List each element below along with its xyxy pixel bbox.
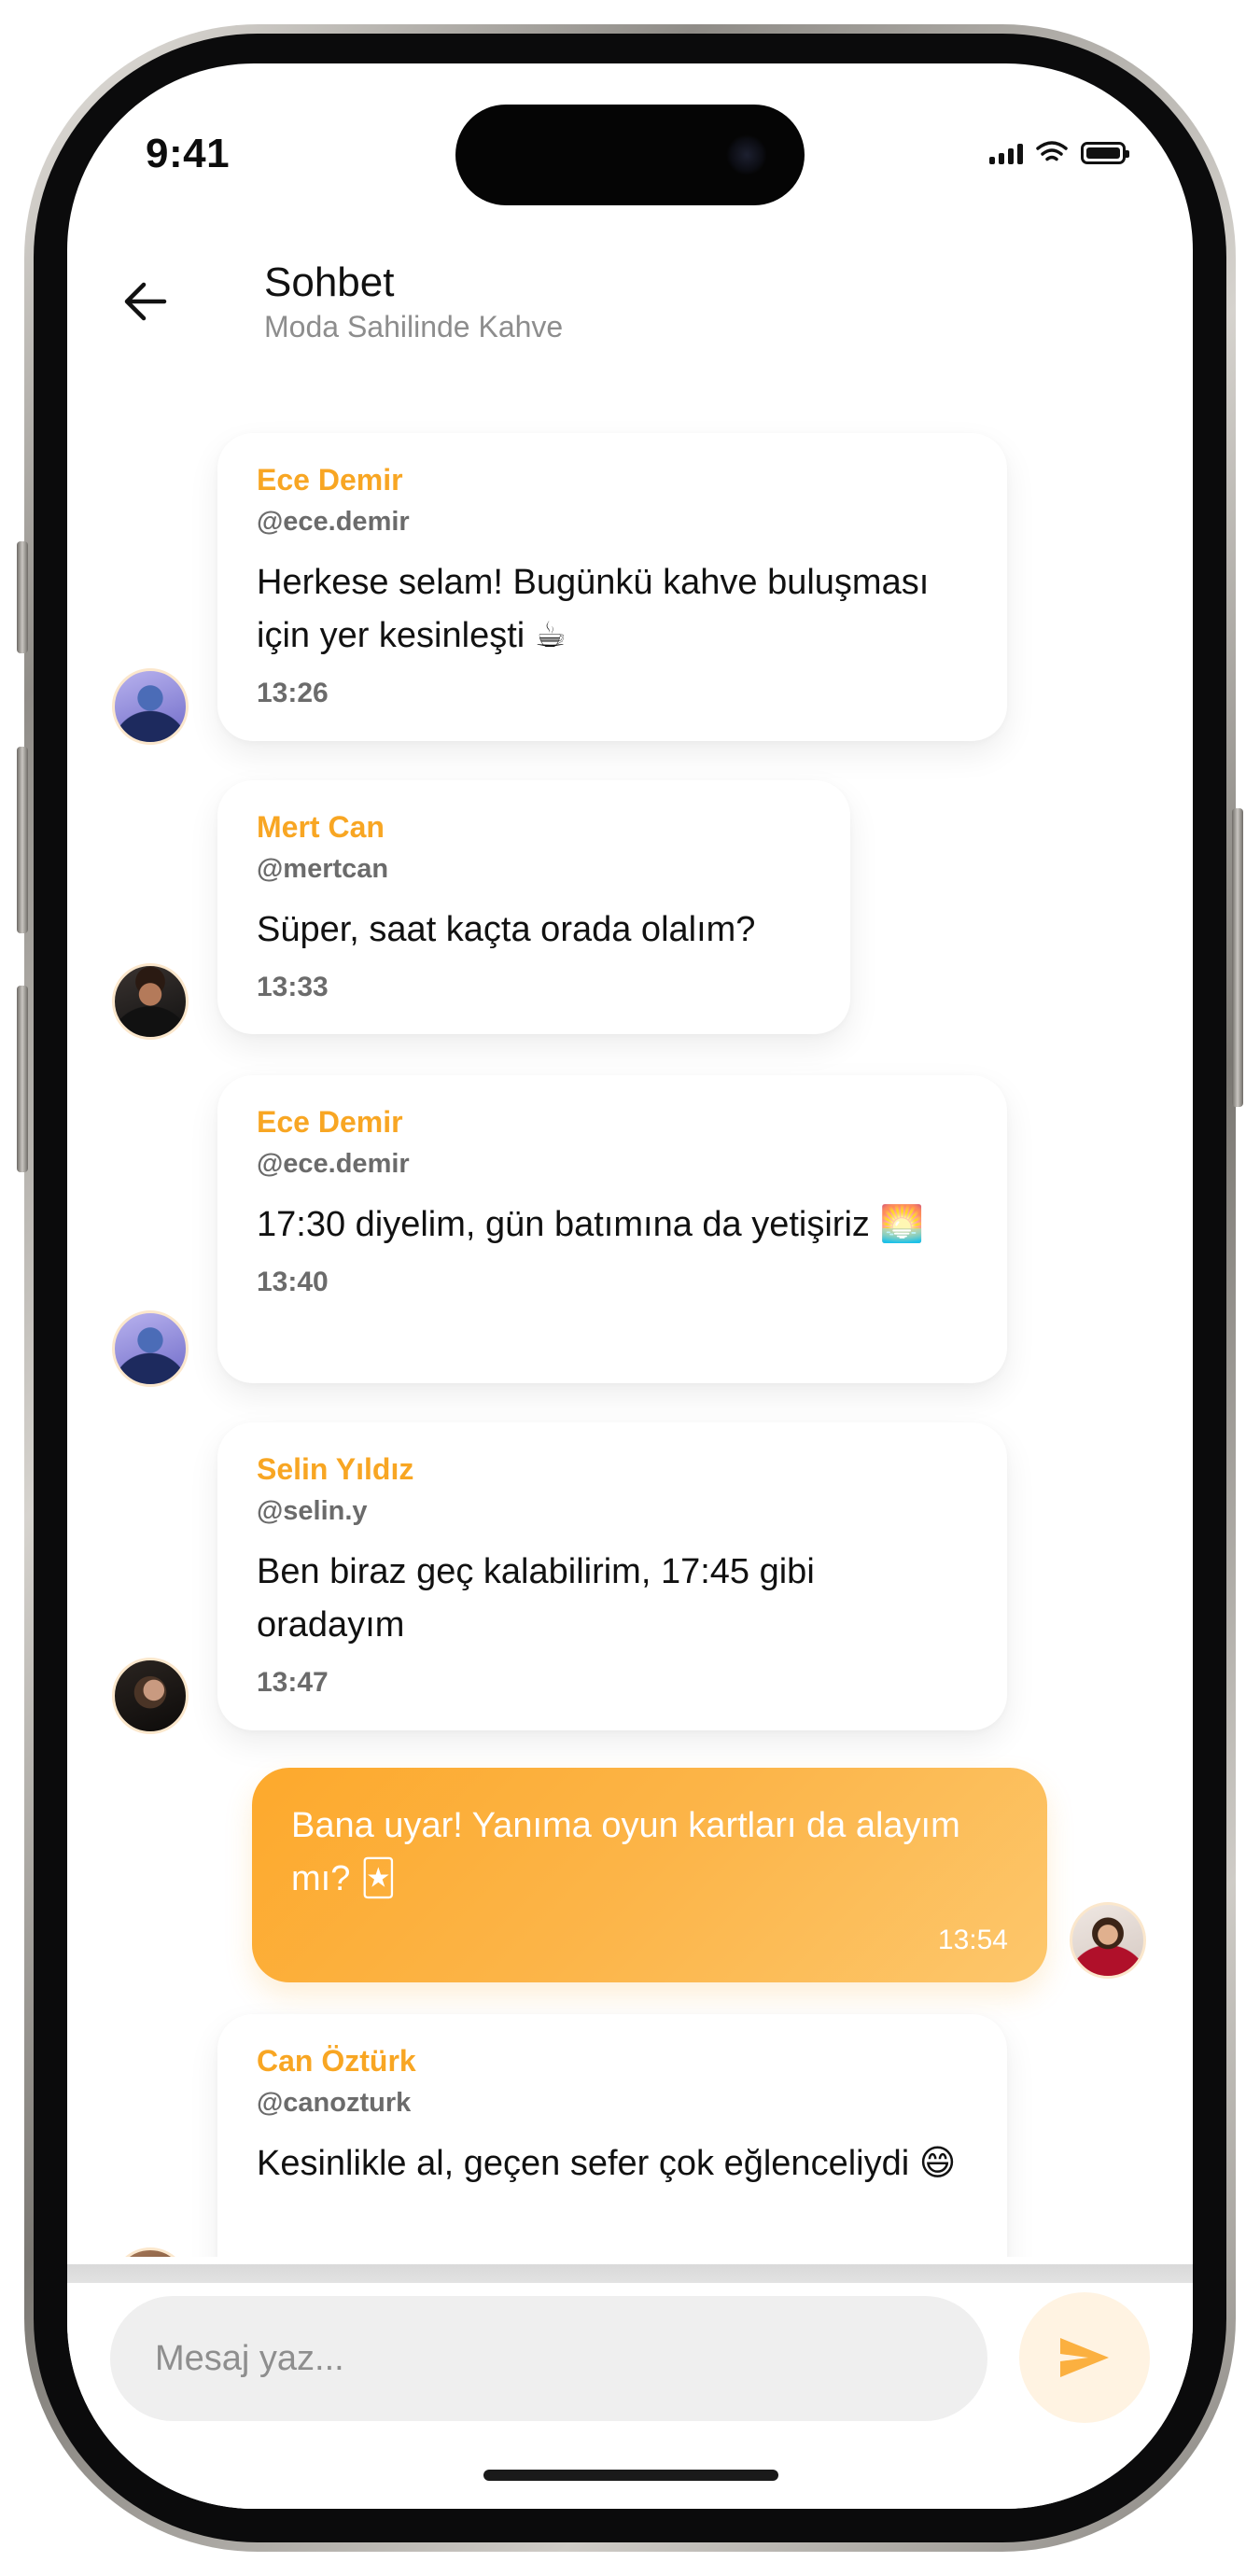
wifi-icon [1036, 141, 1068, 161]
message-time: 13:40 [257, 1267, 329, 1297]
status-icons [989, 140, 1129, 164]
device-action-button [17, 541, 28, 653]
message-bubble: Ece Demir @ece.demir 17:30 diyelim, gün … [217, 1075, 1007, 1383]
message-time: 13:54 [937, 1925, 1008, 1955]
dynamic-island [455, 105, 805, 205]
arrow-left-icon [124, 282, 167, 321]
phone-screen: Ece Demir @ece.demir Herkese selam! Bugü… [67, 63, 1193, 2509]
sender-name: Ece Demir [257, 1105, 403, 1139]
chat-title: Sohbet [264, 259, 395, 305]
send-icon [1060, 2338, 1109, 2377]
sender-name: Ece Demir [257, 463, 403, 497]
status-time: 9:41 [146, 131, 231, 176]
device-volume-up-button [17, 747, 28, 933]
mert-can-avatar[interactable] [112, 963, 189, 1040]
ece-demir-avatar[interactable] [112, 1310, 189, 1387]
message-text: Herkese selam! Bugünkü kahve buluşması i… [257, 563, 930, 655]
message-time: 13:26 [257, 678, 329, 708]
sender-handle: @ece.demir [257, 1149, 410, 1179]
cellular-signal-icon [989, 142, 1023, 164]
message-text: Kesinlikle al, geçen sefer çok eğlenceli… [257, 2144, 957, 2183]
send-button[interactable] [1019, 2292, 1150, 2423]
sender-name: Selin Yıldız [257, 1452, 414, 1486]
message-list[interactable]: Ece Demir @ece.demir Herkese selam! Bugü… [67, 63, 1193, 2257]
message-bubble: Ece Demir @ece.demir Herkese selam! Bugü… [217, 433, 1007, 741]
message-text: Süper, saat kaçta orada olalım? [257, 910, 756, 949]
message-input[interactable] [110, 2296, 987, 2421]
message-text: 17:30 diyelim, gün batımına da yetişiriz… [257, 1205, 924, 1244]
device-volume-down-button [17, 986, 28, 1172]
front-camera [726, 134, 767, 175]
message-bubble: Selin Yıldız @selin.y Ben biraz geç kala… [217, 1422, 1007, 1730]
sender-name: Mert Can [257, 810, 385, 844]
home-indicator[interactable] [483, 2470, 778, 2481]
message-time: 13:33 [257, 972, 329, 1002]
message-text: Ben biraz geç kalabilirim, 17:45 gibi or… [257, 1552, 815, 1645]
sender-handle: @mertcan [257, 854, 389, 884]
selin-yildiz-avatar[interactable] [112, 1658, 189, 1734]
message-text: Bana uyar! Yanıma oyun kartları da alayı… [291, 1806, 960, 1898]
my-message-bubble: Bana uyar! Yanıma oyun kartları da alayı… [252, 1768, 1047, 1982]
chat-subtitle: Moda Sahilinde Kahve [264, 310, 564, 343]
message-bubble: Mert Can @mertcan Süper, saat kaçta orad… [217, 780, 850, 1034]
sender-handle: @ece.demir [257, 507, 410, 537]
device-power-button [1232, 808, 1243, 1107]
sender-handle: @canozturk [257, 2088, 412, 2118]
my-avatar[interactable] [1070, 1902, 1146, 1979]
message-time: 13:47 [257, 1667, 329, 1698]
can-ozturk-avatar[interactable] [112, 2247, 189, 2257]
message-bubble: Can Öztürk @canozturk Kesinlikle al, geç… [217, 2014, 1007, 2257]
sender-handle: @selin.y [257, 1496, 368, 1526]
ece-demir-avatar[interactable] [112, 668, 189, 745]
sender-name: Can Öztürk [257, 2044, 416, 2078]
back-button[interactable] [118, 273, 174, 329]
battery-icon [1081, 142, 1129, 164]
